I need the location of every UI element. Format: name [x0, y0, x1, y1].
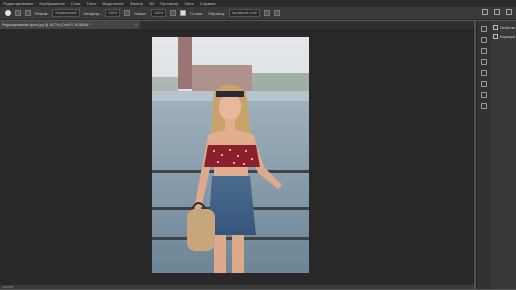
- airbrush-icon[interactable]: [170, 10, 177, 16]
- brush-preset-icon[interactable]: [5, 10, 11, 16]
- menu-item-edit[interactable]: Редактирование: [3, 0, 33, 7]
- menu-item-text[interactable]: Текст: [86, 0, 96, 7]
- panel-item-label: Свойства: [500, 25, 516, 30]
- photo-image: [152, 37, 309, 273]
- menu-item-filter[interactable]: Фильтр: [130, 0, 143, 7]
- panel-item-label: Корекция: [500, 34, 516, 39]
- flow-field[interactable]: 100%: [151, 9, 167, 17]
- menu-item-select[interactable]: Выделение: [103, 0, 124, 7]
- menu-item-3d[interactable]: 3D: [149, 0, 154, 7]
- zoom-level[interactable]: 16,67%: [3, 285, 13, 289]
- menu-item-window[interactable]: Окно: [185, 0, 194, 7]
- share-icon[interactable]: [506, 9, 512, 15]
- workspace-icon[interactable]: [494, 9, 500, 15]
- text-panel-icon[interactable]: [481, 59, 487, 65]
- panel-item-properties[interactable]: Свойства: [493, 25, 516, 30]
- sample-select[interactable]: Активный слой: [229, 9, 260, 17]
- flow-label: Нажм.:: [134, 10, 148, 16]
- document-tab-bar: Редактирование-фото.jpg @ 16,7% (Слой 0,…: [0, 21, 474, 29]
- character-icon[interactable]: [481, 81, 487, 87]
- options-bar: Режим: Нормальный Непрозр.: 100% Нажм.: …: [0, 7, 516, 20]
- opacity-field[interactable]: 100%: [105, 9, 121, 17]
- sample-label: Образец:: [207, 10, 226, 16]
- menu-bar: Редактирование Изображение Слои Текст Вы…: [0, 0, 516, 7]
- document-tab-title: Редактирование-фото.jpg @ 16,7% (Слой 0,…: [2, 23, 91, 27]
- aligned-checkbox[interactable]: [180, 10, 187, 16]
- pressure-size-icon[interactable]: [273, 10, 280, 16]
- ignore-adjustment-icon[interactable]: [263, 10, 270, 16]
- mode-label: Режим:: [35, 10, 49, 16]
- search-icon[interactable]: [482, 9, 488, 15]
- close-icon[interactable]: ×: [135, 21, 137, 29]
- brush-settings-icon[interactable]: [15, 10, 21, 16]
- paragraph-icon[interactable]: [481, 70, 487, 76]
- menu-item-help[interactable]: Справка: [200, 0, 216, 7]
- menu-item-image[interactable]: Изображение: [39, 0, 64, 7]
- brush-panel-icon[interactable]: [481, 37, 487, 43]
- menu-item-view[interactable]: Просмотр: [160, 0, 178, 7]
- panel-item-adjustments[interactable]: Корекция: [493, 34, 516, 39]
- clone-source-icon[interactable]: [25, 10, 31, 16]
- menu-item-layers[interactable]: Слои: [71, 0, 81, 7]
- panel-icon-strip: [476, 21, 491, 289]
- status-bar: 16,67%: [0, 284, 474, 289]
- history-icon[interactable]: [481, 26, 487, 32]
- mode-select[interactable]: Нормальный: [52, 9, 80, 17]
- smoothing-label: Сглаж.:: [190, 10, 204, 16]
- layers-icon[interactable]: [481, 103, 487, 109]
- panel-main: Свойства Корекция: [491, 21, 516, 289]
- adjustments-icon: [493, 34, 498, 39]
- adjust-icon[interactable]: [481, 92, 487, 98]
- opacity-label: Непрозр.:: [83, 10, 102, 16]
- pressure-opacity-icon[interactable]: [124, 10, 131, 16]
- top-right-icons: [482, 9, 512, 15]
- document-tab[interactable]: Редактирование-фото.jpg @ 16,7% (Слой 0,…: [0, 21, 140, 29]
- properties-icon: [493, 25, 498, 30]
- crop-icon[interactable]: [481, 48, 487, 54]
- document-canvas-photo[interactable]: [152, 37, 309, 273]
